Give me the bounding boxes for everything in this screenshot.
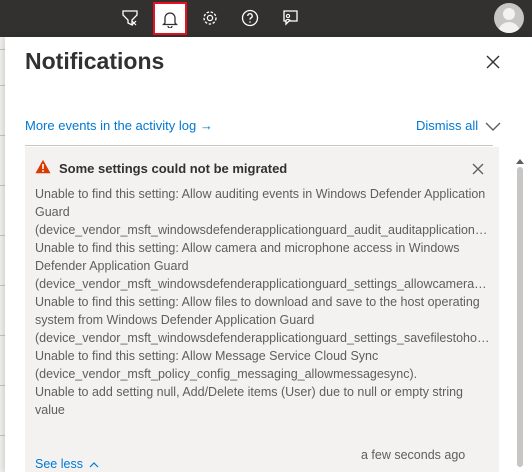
notification-line: Unable to find this setting: Allow camer… [35, 241, 460, 273]
close-icon [472, 163, 484, 175]
divider [25, 145, 493, 146]
scrollbar[interactable] [514, 147, 526, 472]
notification-line: (device_vendor_msft_windowsdefenderappli… [35, 331, 490, 345]
notification-line: Unable to find this setting: Allow audit… [35, 187, 486, 219]
notification-line: (device_vendor_msft_policy_config_messag… [35, 367, 418, 381]
notification-card: Some settings could not be migrated Unab… [25, 147, 499, 472]
scroll-thumb[interactable] [517, 167, 523, 467]
close-panel-button[interactable] [484, 53, 502, 71]
feedback-icon[interactable] [276, 4, 304, 32]
dismiss-all-button[interactable]: Dismiss all [416, 118, 478, 133]
dismiss-notification-button[interactable] [472, 162, 484, 180]
notification-body: Unable to find this setting: Allow audit… [35, 185, 490, 419]
notification-line: Unable to find this setting: Allow files… [35, 295, 480, 327]
notification-line: Unable to add setting null, Add/Delete i… [35, 385, 463, 417]
warning-icon [35, 159, 51, 179]
feedback-filter-icon[interactable] [116, 4, 144, 32]
panel-title: Notifications [25, 48, 165, 74]
notifications-panel: Notifications More events in the activit… [5, 37, 532, 472]
see-less-link[interactable]: See less [35, 457, 99, 471]
top-bar [0, 0, 532, 37]
notification-line: (device_vendor_msft_windowsdefenderappli… [35, 277, 490, 291]
chevron-down-icon[interactable] [485, 119, 501, 137]
user-avatar[interactable] [494, 3, 524, 33]
chevron-up-icon [90, 462, 99, 468]
gear-icon[interactable] [196, 4, 224, 32]
notification-timestamp: a few seconds ago [361, 448, 466, 462]
notification-line: Unable to find this setting: Allow Messa… [35, 349, 379, 363]
help-icon[interactable] [236, 4, 264, 32]
bell-icon[interactable] [153, 2, 187, 35]
activity-log-link[interactable]: More events in the activity log → [25, 118, 213, 133]
see-less-label: See less [35, 457, 83, 471]
notification-line: (device_vendor_msft_windowsdefenderappli… [35, 223, 490, 237]
close-icon [486, 55, 500, 69]
notification-title: Some settings could not be migrated [59, 161, 288, 176]
